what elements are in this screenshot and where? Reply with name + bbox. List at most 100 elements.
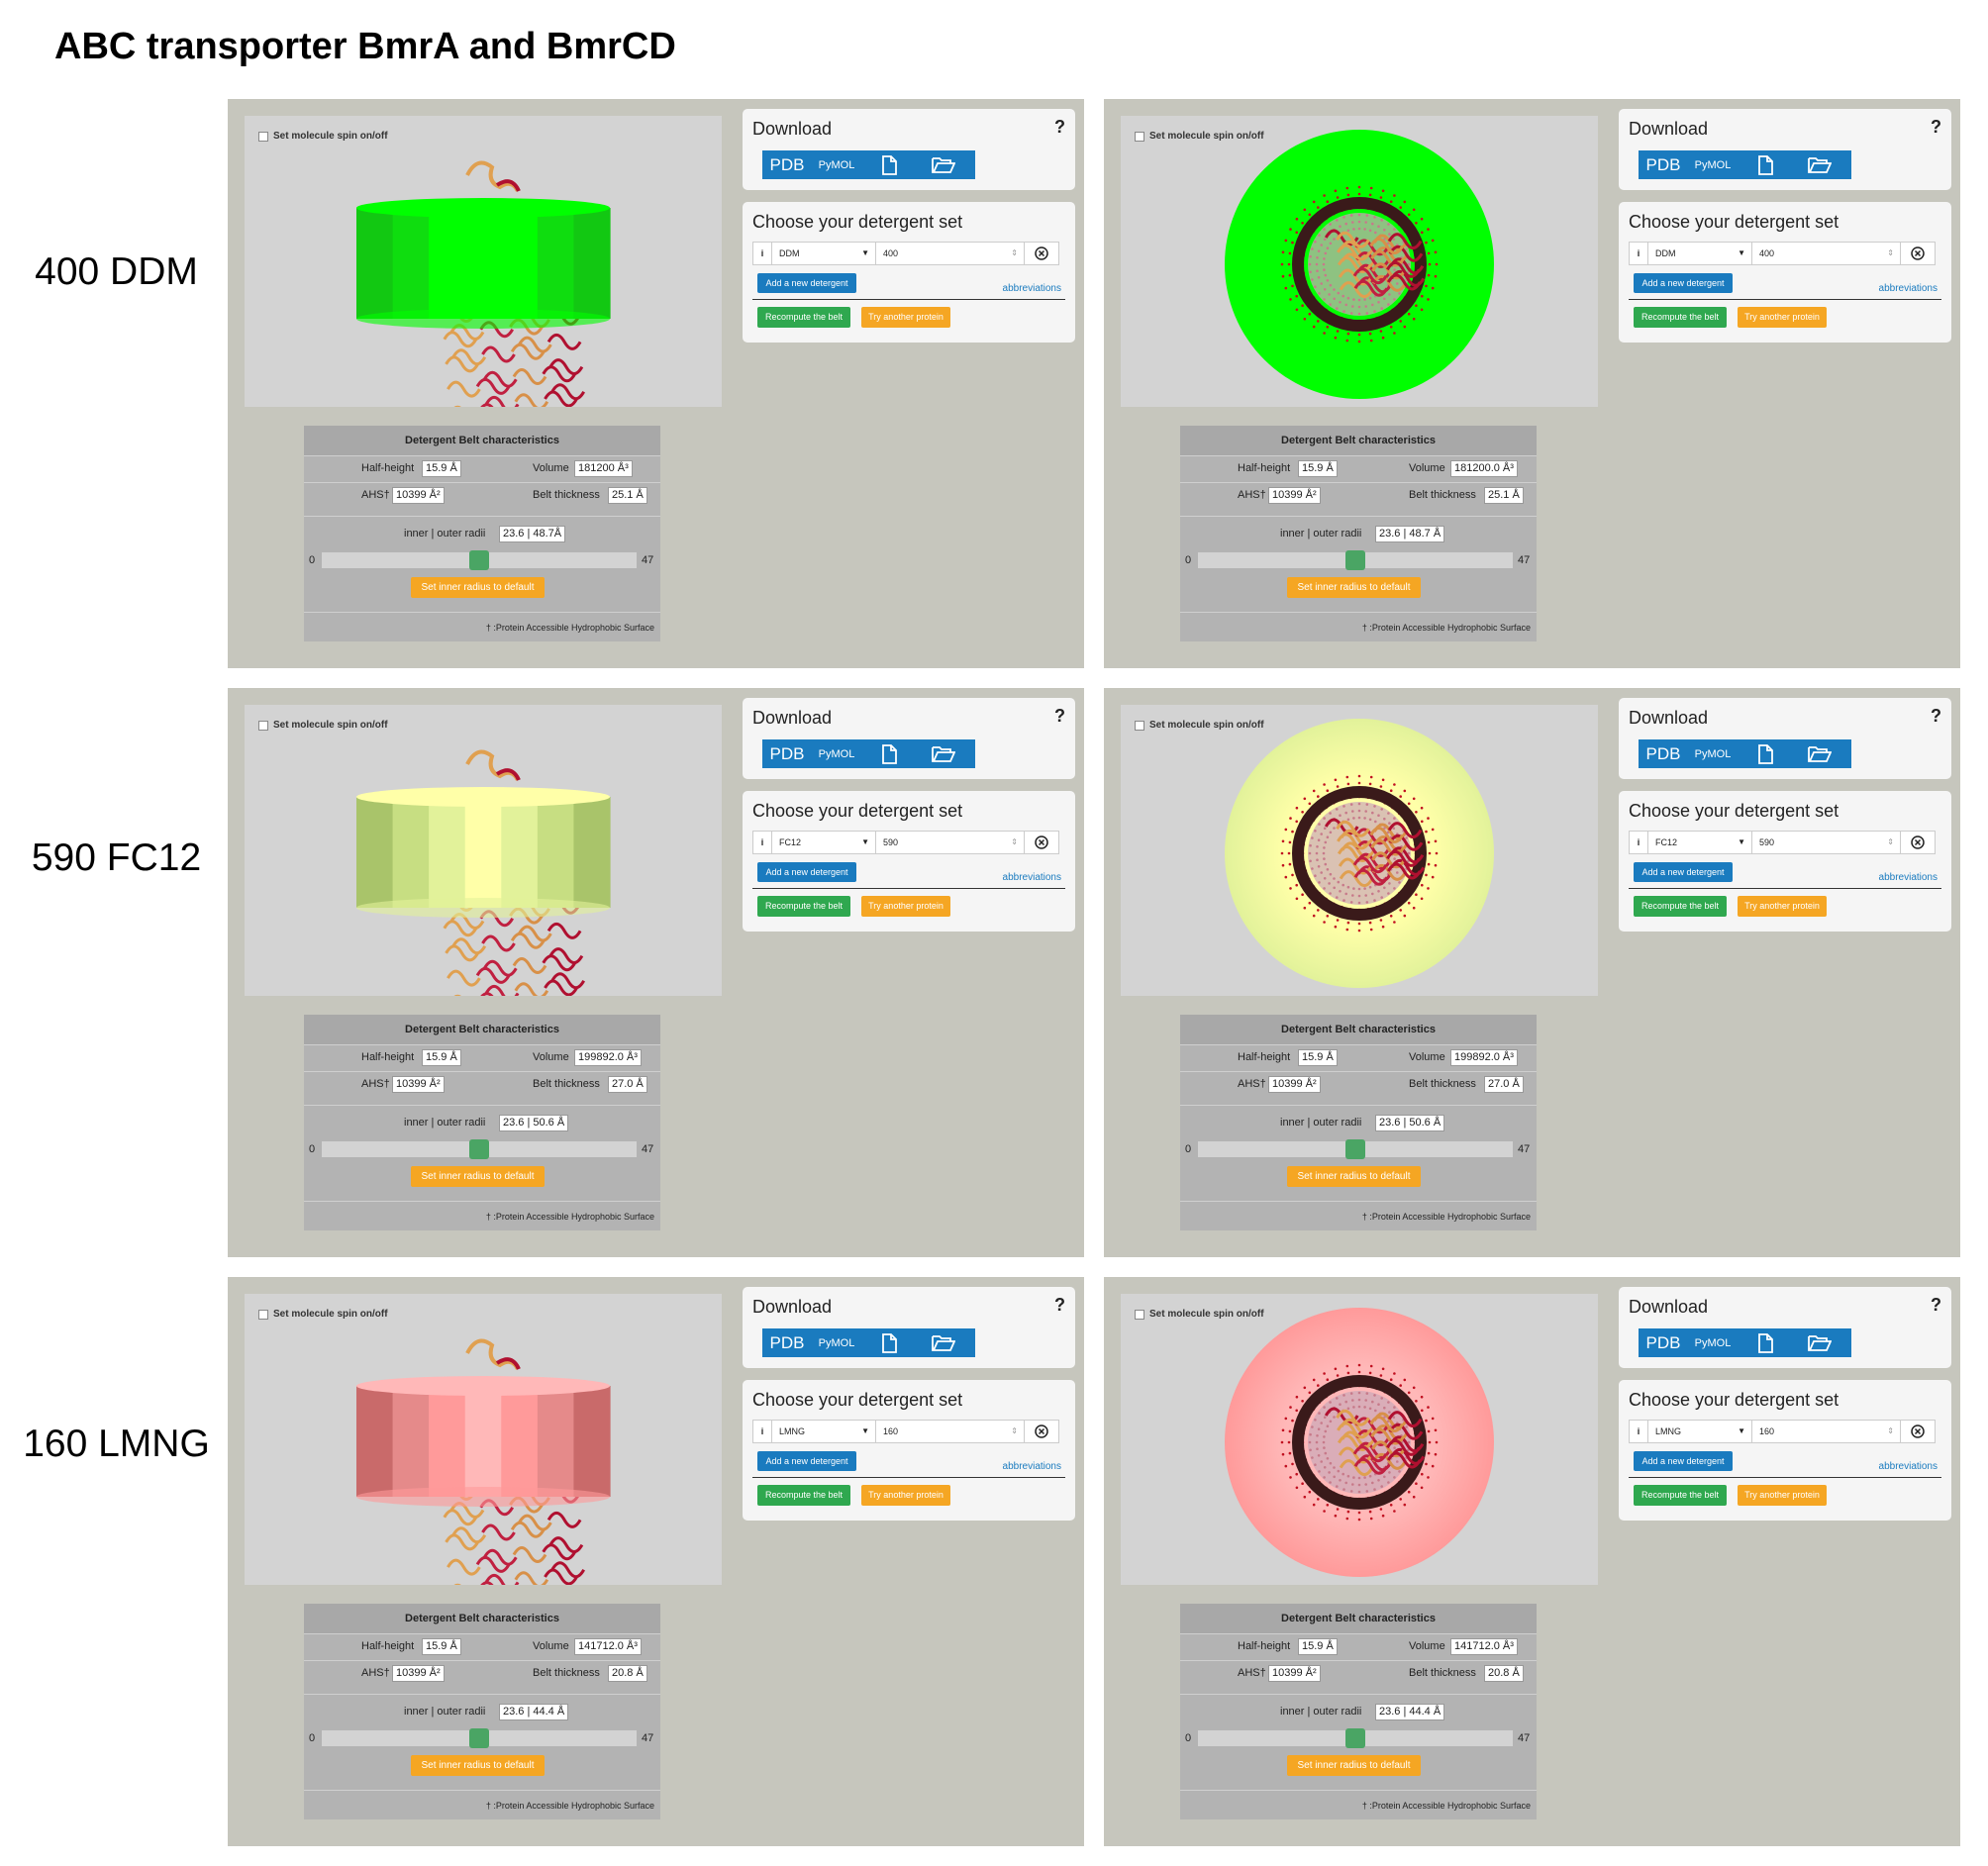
remove-detergent-button[interactable] bbox=[1901, 243, 1935, 264]
stepper-icon[interactable]: ⇕ bbox=[1887, 1421, 1894, 1442]
pymol-download-button[interactable]: PyMOL bbox=[812, 150, 861, 179]
radius-slider-thumb[interactable] bbox=[1345, 1728, 1365, 1748]
help-button[interactable]: ? bbox=[1931, 1295, 1941, 1316]
pymol-download-button[interactable]: PyMOL bbox=[812, 739, 861, 768]
clear-circle-icon[interactable] bbox=[1035, 1424, 1048, 1438]
radius-slider-thumb[interactable] bbox=[469, 550, 489, 570]
belt-side-view[interactable] bbox=[245, 1294, 722, 1585]
reset-radius-button[interactable]: Set inner radius to default bbox=[1287, 1166, 1421, 1187]
file-download-button[interactable] bbox=[1738, 150, 1792, 179]
stepper-icon[interactable]: ⇕ bbox=[1887, 832, 1894, 853]
abbreviations-link[interactable]: abbreviations bbox=[1879, 1461, 1938, 1472]
pymol-download-button[interactable]: PyMOL bbox=[1688, 150, 1738, 179]
recompute-button[interactable]: Recompute the belt bbox=[1634, 307, 1727, 328]
try-another-button[interactable]: Try another protein bbox=[1738, 307, 1827, 328]
detergent-count-input[interactable]: 160 ⇕ bbox=[1752, 1421, 1901, 1442]
remove-detergent-button[interactable] bbox=[1025, 832, 1058, 853]
clear-circle-icon[interactable] bbox=[1911, 835, 1925, 849]
pymol-download-button[interactable]: PyMOL bbox=[1688, 739, 1738, 768]
detergent-count-input[interactable]: 400 ⇕ bbox=[1752, 243, 1901, 264]
pdb-download-button[interactable]: PDB bbox=[1639, 150, 1688, 179]
spin-checkbox[interactable] bbox=[1135, 1309, 1144, 1320]
detergent-count-input[interactable]: 590 ⇕ bbox=[1752, 832, 1901, 853]
abbreviations-link[interactable]: abbreviations bbox=[1003, 1461, 1061, 1472]
molecule-viewer[interactable]: Set molecule spin on/off bbox=[1121, 1294, 1598, 1585]
file-download-button[interactable] bbox=[861, 1328, 916, 1357]
folder-download-button[interactable] bbox=[1792, 150, 1846, 179]
help-button[interactable]: ? bbox=[1931, 117, 1941, 138]
add-detergent-button[interactable]: Add a new detergent bbox=[1634, 273, 1733, 293]
pdb-download-button[interactable]: PDB bbox=[762, 1328, 812, 1357]
detergent-select[interactable]: LMNG ▼ bbox=[772, 1421, 876, 1442]
molecule-viewer[interactable]: Set molecule spin on/off bbox=[1121, 705, 1598, 996]
file-download-button[interactable] bbox=[861, 150, 916, 179]
file-download-button[interactable] bbox=[861, 739, 916, 768]
help-button[interactable]: ? bbox=[1931, 706, 1941, 727]
molecule-viewer[interactable]: Set molecule spin on/off bbox=[245, 116, 722, 407]
abbreviations-link[interactable]: abbreviations bbox=[1879, 283, 1938, 294]
file-download-button[interactable] bbox=[1738, 739, 1792, 768]
add-detergent-button[interactable]: Add a new detergent bbox=[757, 273, 856, 293]
folder-download-button[interactable] bbox=[916, 1328, 970, 1357]
detergent-count-input[interactable]: 590 ⇕ bbox=[876, 832, 1025, 853]
spin-checkbox[interactable] bbox=[258, 720, 268, 731]
info-button[interactable]: i bbox=[753, 832, 772, 853]
try-another-button[interactable]: Try another protein bbox=[861, 307, 950, 328]
belt-side-view[interactable] bbox=[245, 116, 722, 407]
clear-circle-icon[interactable] bbox=[1911, 1424, 1925, 1438]
belt-top-view[interactable] bbox=[1121, 705, 1598, 996]
add-detergent-button[interactable]: Add a new detergent bbox=[757, 1451, 856, 1471]
belt-top-view[interactable] bbox=[1121, 1294, 1598, 1585]
abbreviations-link[interactable]: abbreviations bbox=[1879, 872, 1938, 883]
molecule-viewer[interactable]: Set molecule spin on/off bbox=[1121, 116, 1598, 407]
recompute-button[interactable]: Recompute the belt bbox=[757, 1485, 850, 1506]
remove-detergent-button[interactable] bbox=[1901, 832, 1935, 853]
reset-radius-button[interactable]: Set inner radius to default bbox=[1287, 577, 1421, 598]
remove-detergent-button[interactable] bbox=[1901, 1421, 1935, 1442]
reset-radius-button[interactable]: Set inner radius to default bbox=[411, 1166, 545, 1187]
folder-download-button[interactable] bbox=[916, 150, 970, 179]
radius-slider-thumb[interactable] bbox=[469, 1139, 489, 1159]
pymol-download-button[interactable]: PyMOL bbox=[1688, 1328, 1738, 1357]
stepper-icon[interactable]: ⇕ bbox=[1011, 243, 1018, 264]
recompute-button[interactable]: Recompute the belt bbox=[1634, 896, 1727, 917]
clear-circle-icon[interactable] bbox=[1035, 246, 1048, 260]
reset-radius-button[interactable]: Set inner radius to default bbox=[1287, 1755, 1421, 1776]
remove-detergent-button[interactable] bbox=[1025, 1421, 1058, 1442]
stepper-icon[interactable]: ⇕ bbox=[1011, 832, 1018, 853]
detergent-select[interactable]: LMNG ▼ bbox=[1648, 1421, 1752, 1442]
spin-checkbox[interactable] bbox=[258, 131, 268, 142]
spin-toggle[interactable]: Set molecule spin on/off bbox=[258, 131, 388, 142]
folder-download-button[interactable] bbox=[1792, 739, 1846, 768]
try-another-button[interactable]: Try another protein bbox=[861, 896, 950, 917]
spin-toggle[interactable]: Set molecule spin on/off bbox=[1135, 720, 1264, 731]
detergent-select[interactable]: FC12 ▼ bbox=[1648, 832, 1752, 853]
abbreviations-link[interactable]: abbreviations bbox=[1003, 283, 1061, 294]
folder-download-button[interactable] bbox=[1792, 1328, 1846, 1357]
info-button[interactable]: i bbox=[753, 243, 772, 264]
add-detergent-button[interactable]: Add a new detergent bbox=[1634, 862, 1733, 882]
file-download-button[interactable] bbox=[1738, 1328, 1792, 1357]
info-button[interactable]: i bbox=[1630, 832, 1648, 853]
belt-top-view[interactable] bbox=[1121, 116, 1598, 407]
detergent-select[interactable]: FC12 ▼ bbox=[772, 832, 876, 853]
molecule-viewer[interactable]: Set molecule spin on/off bbox=[245, 1294, 722, 1585]
recompute-button[interactable]: Recompute the belt bbox=[1634, 1485, 1727, 1506]
pdb-download-button[interactable]: PDB bbox=[1639, 739, 1688, 768]
spin-toggle[interactable]: Set molecule spin on/off bbox=[1135, 1309, 1264, 1320]
recompute-button[interactable]: Recompute the belt bbox=[757, 896, 850, 917]
molecule-viewer[interactable]: Set molecule spin on/off bbox=[245, 705, 722, 996]
abbreviations-link[interactable]: abbreviations bbox=[1003, 872, 1061, 883]
spin-toggle[interactable]: Set molecule spin on/off bbox=[1135, 131, 1264, 142]
spin-toggle[interactable]: Set molecule spin on/off bbox=[258, 720, 388, 731]
radius-slider-thumb[interactable] bbox=[1345, 1139, 1365, 1159]
reset-radius-button[interactable]: Set inner radius to default bbox=[411, 577, 545, 598]
clear-circle-icon[interactable] bbox=[1035, 835, 1048, 849]
detergent-select[interactable]: DDM ▼ bbox=[1648, 243, 1752, 264]
spin-checkbox[interactable] bbox=[258, 1309, 268, 1320]
try-another-button[interactable]: Try another protein bbox=[1738, 1485, 1827, 1506]
add-detergent-button[interactable]: Add a new detergent bbox=[1634, 1451, 1733, 1471]
pymol-download-button[interactable]: PyMOL bbox=[812, 1328, 861, 1357]
info-button[interactable]: i bbox=[753, 1421, 772, 1442]
radius-slider-thumb[interactable] bbox=[1345, 550, 1365, 570]
